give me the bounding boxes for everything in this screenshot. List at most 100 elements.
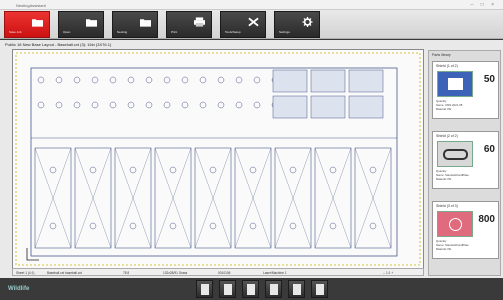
fixture-circle bbox=[181, 76, 189, 84]
print-icon bbox=[194, 17, 205, 27]
dense-block bbox=[310, 95, 346, 119]
workspace: Public 18 New Base Layout - Baseball.cxt… bbox=[0, 40, 503, 278]
window-controls[interactable]: – □ × bbox=[471, 2, 498, 8]
part-name: Shield (3 of 3) bbox=[436, 204, 458, 208]
fixture-circle bbox=[181, 101, 189, 109]
fixture-circle bbox=[89, 166, 97, 174]
status-file: Baseball.cxt baseball.cxt bbox=[47, 271, 82, 275]
origin-marker bbox=[26, 248, 39, 261]
fixture-circle bbox=[49, 222, 57, 230]
layout-drawing bbox=[15, 52, 421, 266]
dense-block bbox=[272, 95, 308, 119]
bottom-button-6[interactable] bbox=[311, 280, 328, 298]
toolbar-button-label: Save Job bbox=[9, 30, 22, 34]
fixture-circle bbox=[89, 222, 97, 230]
fixture-circle bbox=[129, 166, 137, 174]
fixture-circle bbox=[369, 166, 377, 174]
dense-block bbox=[348, 95, 384, 119]
fixture-circle bbox=[235, 101, 243, 109]
part-card[interactable]: Shield (3 of 3) 800 Quantity Name: Standard… bbox=[432, 201, 499, 259]
save-icon bbox=[293, 284, 301, 295]
parts-panel: Parts library Shield (1 of 2) 50 Quantity N… bbox=[428, 50, 501, 276]
toolbar-button-label: Nesting bbox=[117, 30, 128, 34]
fixture-circle bbox=[249, 222, 257, 230]
fixture-circle bbox=[109, 101, 117, 109]
fixture-circle bbox=[329, 166, 337, 174]
part-quantity: 60 bbox=[483, 144, 495, 155]
fixture-circle bbox=[209, 222, 217, 230]
fixture-circle bbox=[217, 101, 225, 109]
status-size: 132x28/91 Grass bbox=[163, 271, 188, 275]
part-meta: Quantity Name: StandardCardPlate Material:… bbox=[436, 239, 498, 251]
fixture-circle bbox=[91, 101, 99, 109]
part-thumbnail bbox=[437, 211, 473, 237]
part-name: Shield (1 of 2) bbox=[436, 64, 458, 68]
toolbar-button-print[interactable]: Print bbox=[166, 11, 212, 38]
toolbar-button-label: Print bbox=[171, 30, 178, 34]
fixture-circle bbox=[235, 76, 243, 84]
fixture-circle bbox=[55, 101, 63, 109]
dense-block bbox=[348, 69, 384, 93]
folder-icon bbox=[32, 17, 43, 27]
bottom-button-2[interactable] bbox=[219, 280, 236, 298]
fixture-circle bbox=[127, 76, 135, 84]
fixture-circle bbox=[199, 101, 207, 109]
fixture-circle bbox=[249, 166, 257, 174]
fixture-circle bbox=[329, 222, 337, 230]
doc-icon bbox=[247, 284, 255, 295]
bottom-button-1[interactable] bbox=[196, 280, 213, 298]
bottom-bar: Wildlife bbox=[0, 278, 503, 300]
fixture-circle bbox=[209, 166, 217, 174]
toolbar-button-nesting[interactable]: Nesting bbox=[112, 11, 158, 38]
toolbar-button-label: Open bbox=[63, 30, 71, 34]
fixture-circle bbox=[145, 76, 153, 84]
doc-import-icon bbox=[270, 284, 278, 295]
toolbar-button-settings[interactable]: Settings bbox=[274, 11, 320, 38]
fixture-circle bbox=[37, 101, 45, 109]
document-title: Public 18 New Base Layout - Baseball.cxt… bbox=[5, 42, 112, 47]
fixture-circle bbox=[55, 76, 63, 84]
fixture-circle bbox=[163, 101, 171, 109]
dense-block bbox=[272, 69, 308, 93]
part-card[interactable]: Shield (1 of 2) 50 Quantity Name: CMS 2021-… bbox=[432, 61, 499, 119]
status-bar: Sheet 1 (4:1) Baseball.cxt baseball.cxt … bbox=[12, 268, 424, 276]
part-meta: Quantity Name: StandardCardPlate Material:… bbox=[436, 169, 498, 181]
doc-export-icon bbox=[316, 284, 324, 295]
bottom-button-3[interactable] bbox=[242, 280, 259, 298]
fixture-circle bbox=[289, 222, 297, 230]
brand-logo: Wildlife bbox=[8, 286, 30, 292]
bottom-button-4[interactable] bbox=[265, 280, 282, 298]
part-thumbnail bbox=[437, 141, 473, 167]
fixture-circle bbox=[217, 76, 225, 84]
part-quantity: 50 bbox=[483, 74, 495, 85]
gear-icon bbox=[302, 17, 313, 27]
tools-icon bbox=[248, 17, 259, 27]
toolbar-button-open[interactable]: Open bbox=[58, 11, 104, 38]
fixture-circle bbox=[169, 166, 177, 174]
doc-icon bbox=[224, 284, 232, 295]
fixture-circle bbox=[369, 222, 377, 230]
fixture-circle bbox=[163, 76, 171, 84]
part-name: Shield (2 of 2) bbox=[436, 134, 458, 138]
title-bar: NestingAssistant – □ × bbox=[0, 0, 503, 10]
part-thumbnail bbox=[437, 71, 473, 97]
folder-icon bbox=[86, 17, 97, 27]
toolbar-button-label: Tools/Setup bbox=[225, 30, 241, 34]
part-meta: Quantity Name: CMS 2021-08 Material: PE bbox=[436, 99, 498, 111]
part-meta-line: Material: PE bbox=[436, 177, 452, 181]
toolbar: Save Job Open Nesting Print Tools/Setup Setti… bbox=[0, 10, 503, 39]
zoom-control[interactable]: -- 1:1 + bbox=[383, 271, 393, 275]
bottom-button-5[interactable] bbox=[288, 280, 305, 298]
toolbar-button-tools-setup[interactable]: Tools/Setup bbox=[220, 11, 266, 38]
toolbar-button-save-job[interactable]: Save Job bbox=[4, 11, 50, 38]
status-count: 78 8 bbox=[123, 271, 130, 275]
status-number: 0010106 bbox=[218, 271, 231, 275]
doc-open-icon bbox=[201, 284, 209, 295]
fixture-circle bbox=[91, 76, 99, 84]
status-sheet: Sheet 1 (4:1) bbox=[16, 271, 35, 275]
fixture-circle bbox=[37, 76, 45, 84]
drawing-canvas[interactable] bbox=[12, 49, 424, 269]
fixture-circle bbox=[73, 76, 81, 84]
part-meta-line: Material: PE bbox=[436, 247, 452, 251]
part-card[interactable]: Shield (2 of 2) 60 Quantity Name: StandardC… bbox=[432, 131, 499, 189]
